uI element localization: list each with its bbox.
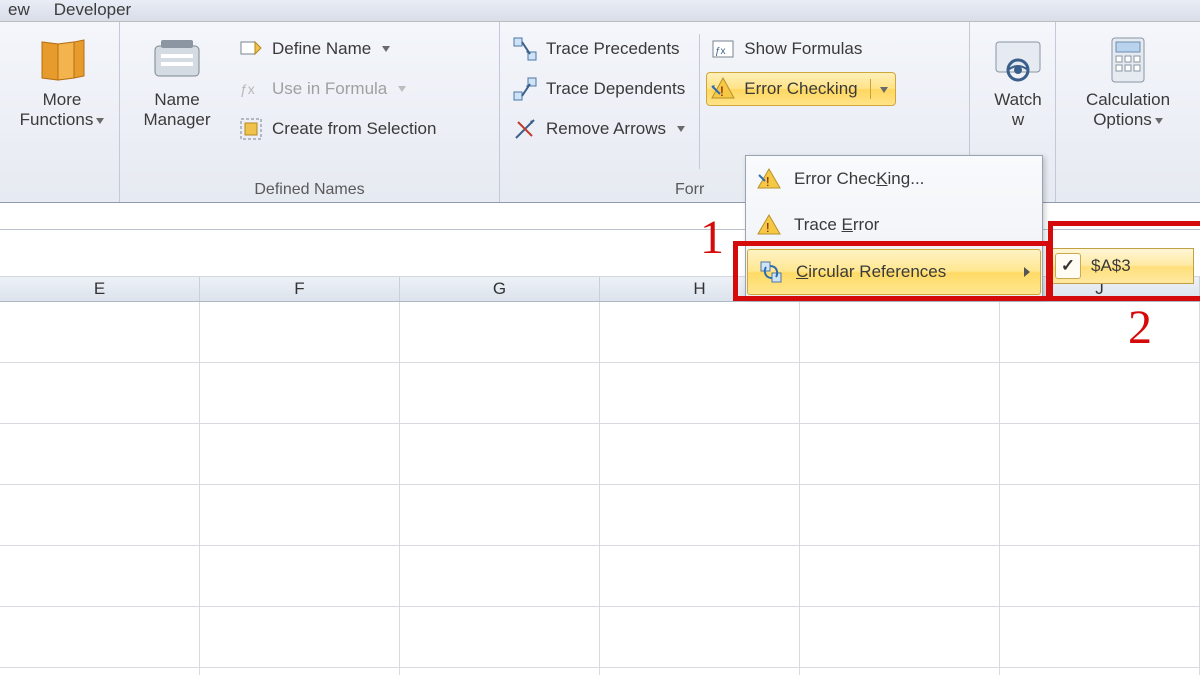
circular-reference-cell[interactable]: $A$3: [1091, 256, 1131, 276]
use-in-formula-button: ƒx Use in Formula: [234, 72, 444, 106]
name-manager-label-1: Name: [154, 90, 199, 109]
menu-item-circular-references[interactable]: Circular References: [747, 249, 1041, 295]
show-formulas-icon: ƒx: [710, 36, 736, 62]
trace-precedents-label: Trace Precedents: [546, 39, 680, 59]
remove-arrows-button[interactable]: Remove Arrows: [508, 112, 693, 146]
more-functions-button[interactable]: More Functions: [8, 28, 116, 131]
chevron-down-icon: [382, 46, 390, 52]
remove-arrows-label: Remove Arrows: [546, 119, 666, 139]
use-in-formula-label: Use in Formula: [272, 79, 387, 99]
check-icon: ✓: [1055, 253, 1081, 279]
watch-window-icon: [990, 32, 1046, 88]
menu-item-circular-references-label: Circular References: [796, 262, 946, 282]
selection-icon: [238, 116, 264, 142]
name-manager-label-2: Manager: [143, 110, 210, 129]
show-formulas-button[interactable]: ƒx Show Formulas: [706, 32, 895, 66]
book-icon: [34, 32, 90, 88]
svg-text:ƒx: ƒx: [715, 46, 726, 57]
chevron-down-icon: [96, 118, 104, 124]
tag-icon: [238, 36, 264, 62]
calculator-icon: [1100, 32, 1156, 88]
define-name-button[interactable]: Define Name: [234, 32, 444, 66]
chevron-down-icon: [880, 87, 888, 93]
error-checking-label: Error Checking: [744, 79, 857, 99]
name-manager-button[interactable]: Name Manager: [128, 28, 226, 146]
group-defined-names: Name Manager Define Name ƒx Use in Formu…: [120, 22, 500, 202]
circular-references-submenu[interactable]: ✓ $A$3: [1046, 248, 1194, 284]
calculation-options-button[interactable]: Calculation Options: [1056, 22, 1190, 202]
trace-dependents-label: Trace Dependents: [546, 79, 685, 99]
create-from-selection-label: Create from Selection: [272, 119, 436, 139]
trace-dependents-icon: [512, 76, 538, 102]
group-label-defined-names: Defined Names: [120, 181, 499, 199]
svg-text:!: !: [766, 220, 770, 235]
show-formulas-label: Show Formulas: [744, 39, 862, 59]
svg-text:ƒx: ƒx: [240, 81, 255, 97]
menu-item-trace-error-label: Trace Error: [794, 215, 879, 235]
menu-item-error-checking[interactable]: ! Error ChecKing...: [746, 156, 1042, 202]
error-checking-icon: !: [710, 76, 736, 102]
col-head-G[interactable]: G: [400, 277, 600, 301]
more-functions-label-1: More: [43, 90, 82, 109]
trace-dependents-button[interactable]: Trace Dependents: [508, 72, 693, 106]
trace-error-icon: !: [756, 212, 782, 238]
trace-precedents-icon: [512, 36, 538, 62]
name-manager-icon: [149, 32, 205, 88]
col-head-F[interactable]: F: [200, 277, 400, 301]
chevron-right-icon: [1024, 267, 1030, 277]
group-function-library-tail: More Functions: [0, 22, 120, 202]
error-checking-button[interactable]: ! Error Checking: [706, 72, 895, 106]
remove-arrows-icon: [512, 116, 538, 142]
create-from-selection-button[interactable]: Create from Selection: [234, 112, 444, 146]
fx-icon: ƒx: [238, 76, 264, 102]
circular-references-icon: [758, 259, 784, 285]
chevron-down-icon: [398, 86, 406, 92]
tab-view-tail[interactable]: ew: [8, 0, 30, 20]
separator: [699, 34, 700, 169]
calc-options-label-1: Calculation: [1086, 90, 1170, 109]
svg-text:!: !: [766, 174, 770, 189]
worksheet-grid[interactable]: [0, 302, 1200, 675]
ribbon-tabstrip: ew Developer: [0, 0, 1200, 22]
more-functions-label-2: Functions: [20, 110, 94, 129]
watch-label-2: w: [1012, 110, 1024, 129]
calc-options-label-2: Options: [1093, 110, 1152, 129]
menu-item-trace-error[interactable]: ! Trace Error: [746, 202, 1042, 248]
error-checking-menu: ! Error ChecKing... ! Trace Error Circul…: [745, 155, 1043, 297]
define-name-label: Define Name: [272, 39, 371, 59]
menu-item-error-checking-label: Error ChecKing...: [794, 169, 924, 189]
tab-developer[interactable]: Developer: [54, 0, 132, 20]
chevron-down-icon: [1155, 118, 1163, 124]
svg-text:!: !: [720, 83, 724, 99]
watch-label-1: Watch: [994, 90, 1042, 109]
col-head-E[interactable]: E: [0, 277, 200, 301]
trace-precedents-button[interactable]: Trace Precedents: [508, 32, 693, 66]
chevron-down-icon: [677, 126, 685, 132]
error-checking-icon: !: [756, 166, 782, 192]
